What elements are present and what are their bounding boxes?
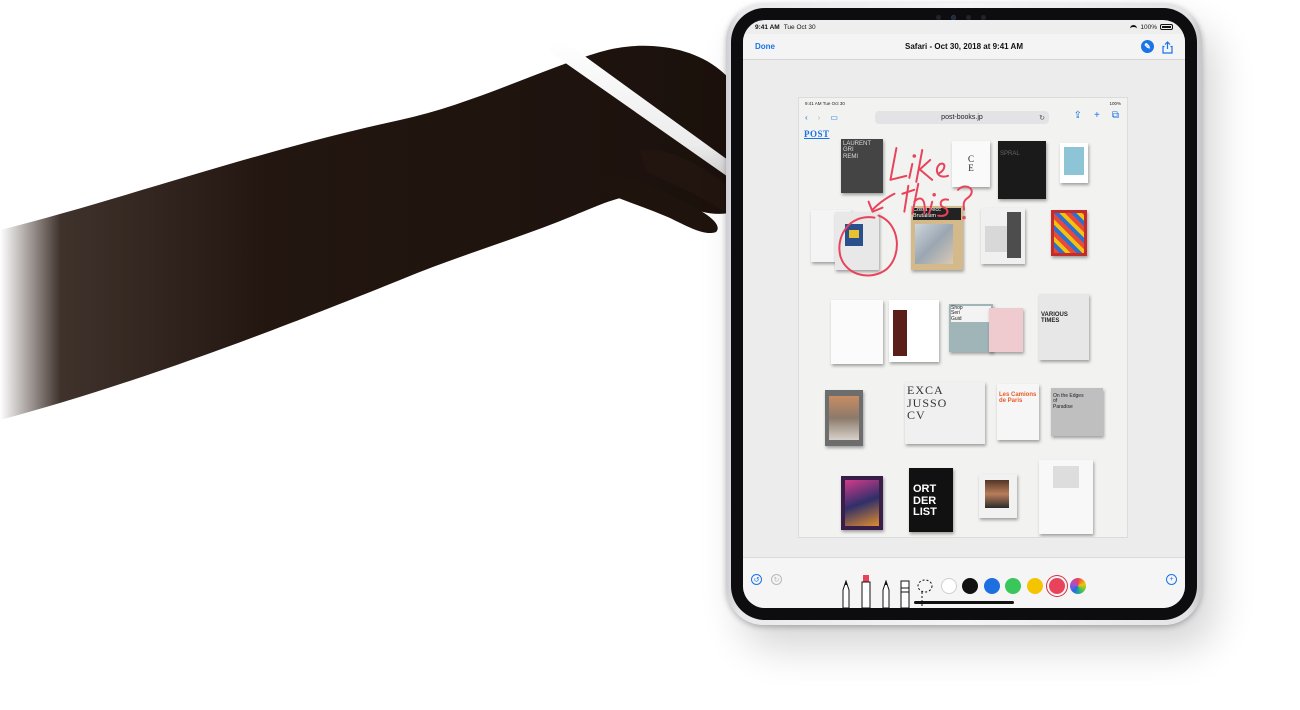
page-title: Safari - Oct 30, 2018 at 9:41 AM xyxy=(905,42,1023,51)
book-title: SPRAL xyxy=(1000,151,1020,157)
book-cover: On the Edges of Paradise xyxy=(1051,388,1103,436)
book-title: C E xyxy=(967,154,974,174)
color-yellow-swatch[interactable] xyxy=(1027,578,1043,594)
book-cover xyxy=(981,208,1025,264)
color-white-swatch[interactable] xyxy=(941,578,957,594)
book-cover xyxy=(989,308,1023,352)
book-cover: EXCA JUSSO CV xyxy=(905,382,985,444)
book-cover xyxy=(825,390,863,446)
book-cover: C E xyxy=(952,141,990,187)
book-title: LAURENT GRI REMI xyxy=(843,141,872,160)
home-indicator xyxy=(914,601,1014,604)
book-cover xyxy=(1060,143,1088,183)
color-blue-swatch[interactable] xyxy=(984,578,1000,594)
markup-pen-icon[interactable]: ✎ xyxy=(1141,40,1154,53)
undo-icon[interactable]: ↺ xyxy=(751,574,762,585)
book-cover xyxy=(835,212,879,270)
book-cover: VARIOUS TIMES xyxy=(1039,294,1089,360)
redo-icon[interactable]: ↻ xyxy=(771,574,782,585)
color-red-swatch[interactable] xyxy=(1049,578,1065,594)
share-icon[interactable] xyxy=(1162,40,1173,54)
color-green-swatch[interactable] xyxy=(1005,578,1021,594)
status-time: 9:41 AM xyxy=(755,23,780,31)
pencil-tool-icon[interactable] xyxy=(880,580,892,608)
book-grid: LAURENT GRI REMI C E SPRAL Costa Vecc Br… xyxy=(799,98,1127,537)
pen-tool-icon[interactable] xyxy=(840,580,852,608)
eraser-tool-icon[interactable] xyxy=(899,580,911,608)
book-title: On the Edges of Paradise xyxy=(1053,393,1084,410)
markup-toolbar: ↺ ↻ + xyxy=(743,557,1185,608)
book-cover: Shop Seri Guid xyxy=(949,304,993,352)
wifi-icon xyxy=(1130,24,1138,30)
screenshot-page: 9:41 AM Tue Oct 30 100% ‹ › ▭ post-books… xyxy=(798,97,1128,538)
status-date: Tue Oct 30 xyxy=(783,23,816,31)
color-picker-swatch[interactable] xyxy=(1070,578,1086,594)
book-cover: SPRAL xyxy=(998,141,1046,199)
book-title: Shop Seri Guid xyxy=(951,305,991,322)
battery-icon xyxy=(1160,24,1173,30)
color-black-swatch[interactable] xyxy=(962,578,978,594)
book-cover xyxy=(1051,210,1087,256)
book-title: ORT DER LIST xyxy=(913,483,937,519)
book-title: EXCA JUSSO CV xyxy=(907,383,948,423)
book-cover: Costa Vecc Brutalism xyxy=(911,206,963,270)
book-cover xyxy=(889,300,939,362)
marker-tool-icon[interactable] xyxy=(859,574,873,608)
book-title: VARIOUS TIMES xyxy=(1041,312,1068,325)
ipad-screen: 9:41 AM Tue Oct 30 100% Done Safari - Oc… xyxy=(743,20,1185,608)
book-cover: Les Camions de Paris xyxy=(997,384,1039,440)
status-bar: 9:41 AM Tue Oct 30 100% xyxy=(743,20,1185,34)
book-cover xyxy=(979,474,1017,518)
book-cover xyxy=(1039,460,1093,534)
ipad-device: 9:41 AM Tue Oct 30 100% Done Safari - Oc… xyxy=(726,3,1202,625)
book-cover xyxy=(841,476,883,530)
book-title: Costa Vecc Brutalism xyxy=(913,207,961,220)
markup-canvas[interactable]: 9:41 AM Tue Oct 30 100% ‹ › ▭ post-books… xyxy=(743,60,1185,557)
book-cover: LAURENT GRI REMI xyxy=(841,139,883,193)
done-button[interactable]: Done xyxy=(755,42,775,51)
add-icon[interactable]: + xyxy=(1166,574,1177,585)
battery-percent: 100% xyxy=(1140,23,1157,31)
book-title: Les Camions de Paris xyxy=(999,392,1037,405)
book-cover: ORT DER LIST xyxy=(909,468,953,532)
book-cover xyxy=(831,300,883,364)
markup-nav-bar: Done Safari - Oct 30, 2018 at 9:41 AM ✎ xyxy=(743,34,1185,60)
